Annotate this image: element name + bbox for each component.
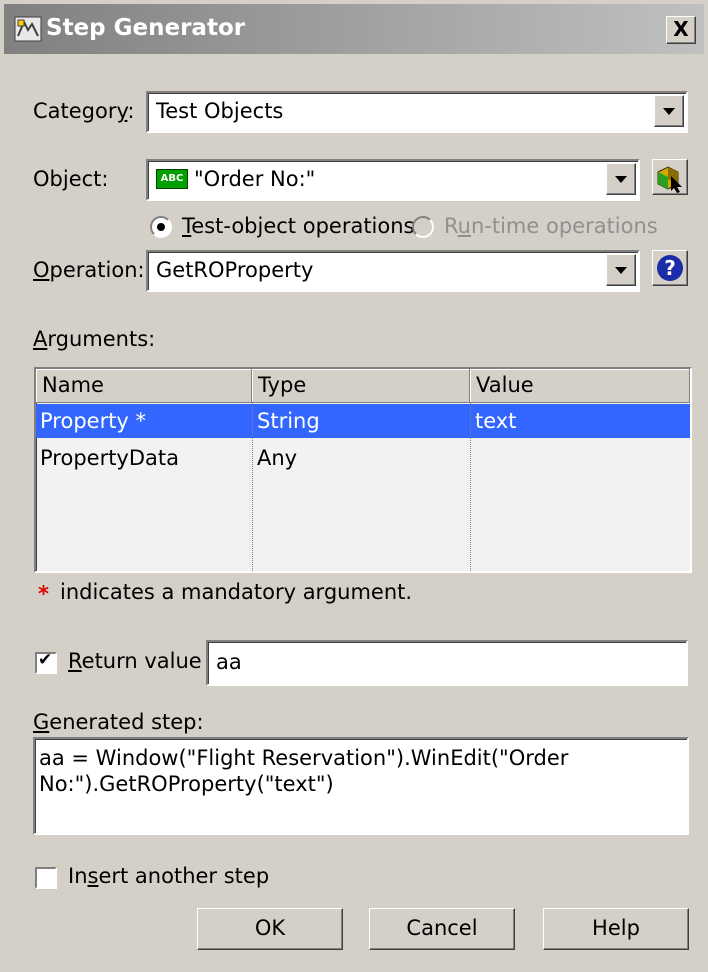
step-generator-dialog: Step Generator X Category: Test Objects … (0, 0, 708, 972)
category-label: Category: (33, 99, 135, 123)
row-type: String (257, 409, 320, 433)
ok-button[interactable]: OK (197, 908, 343, 950)
object-label: Object: (33, 167, 109, 191)
mandatory-note: indicates a mandatory argument. (60, 580, 413, 604)
column-header-type[interactable]: Type (252, 369, 470, 403)
return-value-label[interactable]: Return value (68, 649, 202, 673)
textbox-object-icon: ABC (156, 169, 188, 189)
object-value: "Order No:" (194, 167, 316, 191)
help-icon: ? (657, 255, 683, 281)
column-header-value[interactable]: Value (470, 369, 690, 403)
object-picker-icon (657, 166, 682, 193)
help-symbol: ? (664, 256, 676, 280)
title-bar[interactable]: Step Generator X (4, 4, 704, 54)
column-divider (470, 403, 471, 571)
mandatory-star-icon: * (38, 582, 49, 606)
category-value: Test Objects (156, 99, 284, 123)
object-dropdown[interactable]: ABC "Order No:" (146, 159, 640, 201)
return-value-input[interactable]: aa (206, 640, 688, 686)
generated-step-label: Generated step: (33, 710, 204, 734)
operation-dropdown[interactable]: GetROProperty (146, 250, 640, 292)
generated-step-line-2: No:").GetROProperty("text") (39, 772, 334, 796)
window-title: Step Generator (46, 15, 246, 41)
chevron-down-icon[interactable] (606, 163, 636, 195)
insert-another-step-label[interactable]: Insert another step (68, 864, 269, 888)
table-row[interactable]: PropertyData Any (36, 441, 690, 475)
generated-step-textarea[interactable]: aa = Window("Flight Reservation").WinEdi… (33, 737, 689, 835)
chevron-down-icon[interactable] (606, 254, 636, 286)
select-object-button[interactable] (652, 159, 688, 195)
chevron-down-icon[interactable] (654, 95, 684, 127)
row-name: PropertyData (40, 446, 180, 470)
category-dropdown[interactable]: Test Objects (146, 91, 688, 133)
return-value-text: aa (216, 650, 242, 674)
row-name: Property * (40, 409, 147, 433)
generated-step-line-1: aa = Window("Flight Reservation").WinEdi… (39, 746, 569, 770)
close-button[interactable]: X (666, 16, 696, 44)
help-button[interactable]: Help (543, 908, 689, 950)
arguments-label: Arguments: (33, 327, 156, 351)
test-object-operations-label[interactable]: Test-object operations (182, 214, 414, 238)
step-generator-icon (14, 16, 42, 42)
generated-step-text: aa = Window("Flight Reservation").WinEdi… (39, 745, 568, 797)
run-time-operations-radio[interactable] (412, 216, 434, 238)
column-divider (252, 403, 253, 571)
return-value-checkbox[interactable] (35, 650, 57, 674)
run-time-operations-label: Run-time operations (444, 214, 658, 238)
column-header-name[interactable]: Name (36, 369, 252, 403)
table-row[interactable]: Property * String text (36, 404, 690, 438)
operation-label: Operation: (33, 258, 145, 282)
close-icon: X (673, 17, 689, 41)
arguments-table[interactable]: Name Type Value Property * String text P… (34, 367, 692, 573)
row-type: Any (257, 446, 298, 470)
operation-value: GetROProperty (156, 258, 314, 282)
row-value[interactable]: text (475, 409, 516, 433)
operation-help-button[interactable]: ? (652, 250, 688, 286)
test-object-operations-radio[interactable] (150, 216, 172, 238)
insert-another-step-checkbox[interactable] (35, 867, 57, 889)
cancel-button[interactable]: Cancel (369, 908, 515, 950)
